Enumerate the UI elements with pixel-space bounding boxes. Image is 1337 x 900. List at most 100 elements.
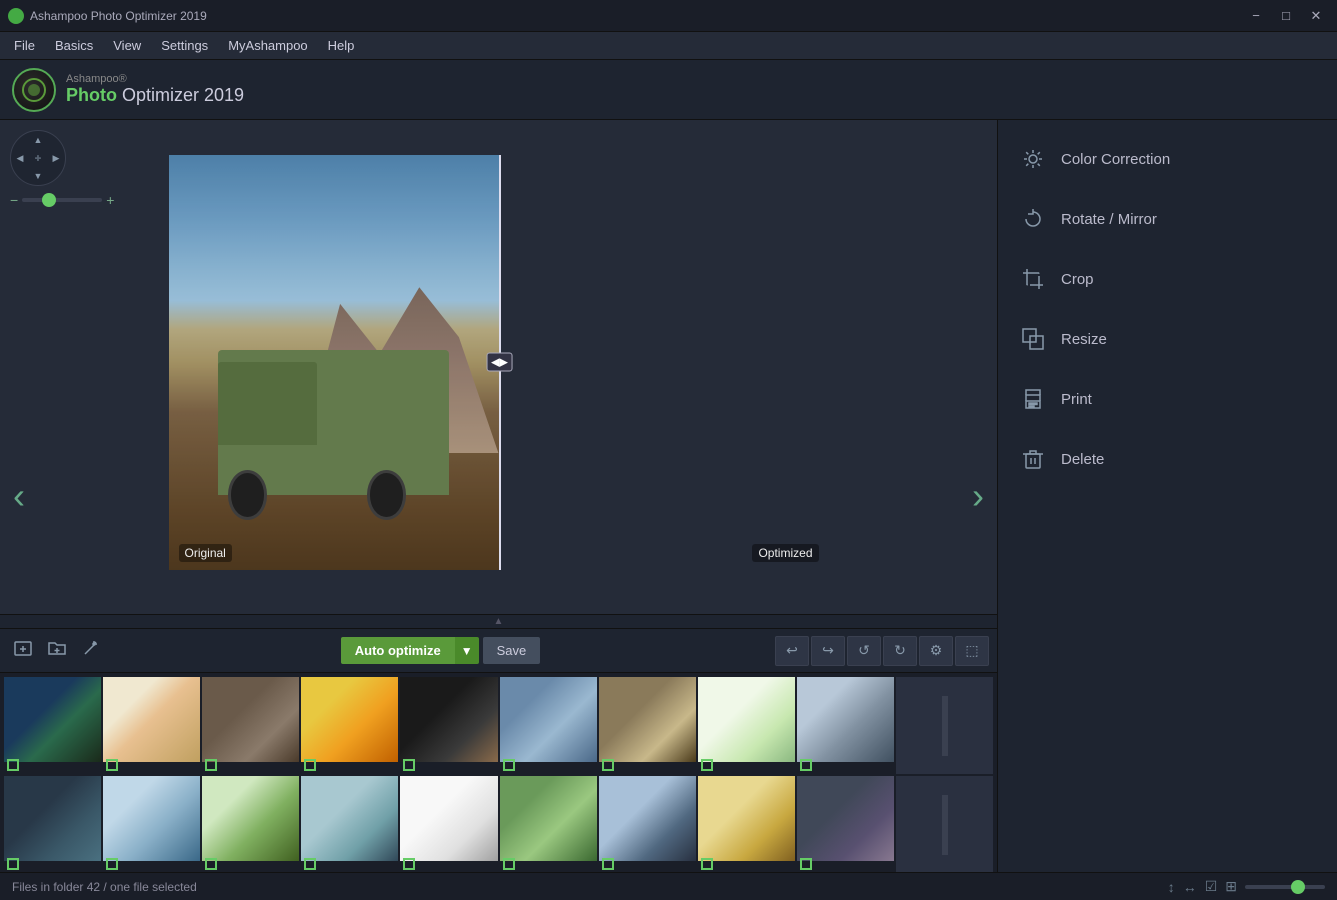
logo-text: Ashampoo® Photo Optimizer 2019 (66, 73, 244, 106)
sidebar-label-delete: Delete (1061, 451, 1104, 468)
main-area: ▲ ◀✛▶ ▼ − + ‹ (0, 120, 1337, 872)
thumb-checkbox-12[interactable] (106, 858, 118, 870)
sidebar-label-resize: Resize (1061, 331, 1107, 348)
thumbnail-7[interactable] (599, 677, 696, 774)
split-arrows[interactable]: ◀▶ (486, 353, 513, 372)
window-controls: − □ ✕ (1243, 6, 1329, 26)
maximize-button[interactable]: □ (1273, 6, 1299, 26)
size-slider[interactable] (1245, 885, 1325, 889)
next-image-button[interactable]: › (964, 475, 992, 517)
sidebar-item-color-correction[interactable]: Color Correction (998, 130, 1337, 188)
columns-icon[interactable]: ⊞ (1225, 878, 1237, 895)
thumb-checkbox-13[interactable] (205, 858, 217, 870)
thumbnail-19[interactable] (797, 776, 894, 872)
sort-up-icon: ↕ (1168, 879, 1175, 895)
auto-optimize-dropdown[interactable]: ▼ (455, 637, 479, 664)
thumb-checkbox-6[interactable] (503, 759, 515, 771)
wand-button[interactable] (76, 635, 106, 666)
rotate-cw-button[interactable]: ↻ (883, 636, 917, 666)
thumbnail-1[interactable] (4, 677, 101, 774)
menu-help[interactable]: Help (318, 32, 365, 59)
thumb-checkbox-17[interactable] (602, 858, 614, 870)
minimize-button[interactable]: − (1243, 6, 1269, 26)
add-image-button[interactable] (8, 635, 38, 666)
thumb-checkbox-2[interactable] (106, 759, 118, 771)
sidebar-label-print: Print (1061, 391, 1092, 408)
viewer-panel: ▲ ◀✛▶ ▼ − + ‹ (0, 120, 997, 872)
resize-icon (1019, 325, 1047, 353)
original-image: Original (169, 155, 499, 570)
menu-file[interactable]: File (4, 32, 45, 59)
title-bar: Ashampoo Photo Optimizer 2019 − □ ✕ (0, 0, 1337, 32)
thumbnail-17[interactable] (599, 776, 696, 872)
thumb-checkbox-7[interactable] (602, 759, 614, 771)
sidebar-item-crop[interactable]: Crop (998, 250, 1337, 308)
add-folder-button[interactable] (42, 635, 72, 666)
thumb-checkbox-16[interactable] (503, 858, 515, 870)
status-bar: Files in folder 42 / one file selected ↕… (0, 872, 1337, 900)
zoom-out-button[interactable]: − (10, 192, 18, 208)
check-all-icon[interactable]: ☑ (1205, 878, 1218, 895)
thumbnail-5[interactable] (400, 677, 497, 774)
thumbnail-9[interactable] (797, 677, 894, 774)
menu-settings[interactable]: Settings (151, 32, 218, 59)
thumb-checkbox-19[interactable] (800, 858, 812, 870)
rotate-ccw-button[interactable]: ↺ (847, 636, 881, 666)
auto-optimize-button[interactable]: Auto optimize (341, 637, 455, 664)
original-photo (169, 155, 499, 570)
thumbnail-4[interactable] (301, 677, 398, 774)
thumbnail-20[interactable] (896, 776, 993, 872)
thumbnail-16[interactable] (500, 776, 597, 872)
select-button[interactable]: ⬚ (955, 636, 989, 666)
undo-button[interactable]: ↩ (775, 636, 809, 666)
zoom-in-button[interactable]: + (106, 192, 114, 208)
prev-image-button[interactable]: ‹ (5, 475, 33, 517)
sidebar-item-delete[interactable]: Delete (998, 430, 1337, 488)
thumbnail-15[interactable] (400, 776, 497, 872)
thumbnail-8[interactable] (698, 677, 795, 774)
menu-basics[interactable]: Basics (45, 32, 103, 59)
thumbnail-18[interactable] (698, 776, 795, 872)
thumb-checkbox-18[interactable] (701, 858, 713, 870)
panel-toggle[interactable] (0, 614, 997, 628)
menu-myashampoo[interactable]: MyAshampoo (218, 32, 317, 59)
thumb-checkbox-5[interactable] (403, 759, 415, 771)
settings-button[interactable]: ⚙ (919, 636, 953, 666)
thumb-checkbox-4[interactable] (304, 759, 316, 771)
zoom-slider[interactable] (22, 198, 102, 202)
thumb-checkbox-11[interactable] (7, 858, 19, 870)
sidebar-item-rotate-mirror[interactable]: Rotate / Mirror (998, 190, 1337, 248)
thumbnail-area (0, 672, 997, 872)
undo-step-button[interactable]: ↪ (811, 636, 845, 666)
thumbnail-6[interactable] (500, 677, 597, 774)
thumbnail-13[interactable] (202, 776, 299, 872)
thumb-checkbox-1[interactable] (7, 759, 19, 771)
split-divider[interactable]: ◀▶ (499, 155, 501, 570)
thumb-checkbox-3[interactable] (205, 759, 217, 771)
sidebar-item-print[interactable]: Print (998, 370, 1337, 428)
close-button[interactable]: ✕ (1303, 6, 1329, 26)
thumb-checkbox-9[interactable] (800, 759, 812, 771)
sidebar-label-crop: Crop (1061, 271, 1094, 288)
right-toolbar-buttons: ↩ ↪ ↺ ↻ ⚙ ⬚ (775, 636, 989, 666)
trash-icon (1019, 445, 1047, 473)
thumb-checkbox-14[interactable] (304, 858, 316, 870)
save-button[interactable]: Save (483, 637, 541, 664)
files-info: Files in folder 42 / one file selected (12, 880, 197, 894)
zoom-bar: − + (10, 192, 114, 208)
thumbnail-14[interactable] (301, 776, 398, 872)
thumb-checkbox-15[interactable] (403, 858, 415, 870)
menu-view[interactable]: View (103, 32, 151, 59)
thumbnail-10[interactable] (896, 677, 993, 774)
thumbnail-2[interactable] (103, 677, 200, 774)
thumbnail-11[interactable] (4, 776, 101, 872)
thumbnail-12[interactable] (103, 776, 200, 872)
menu-bar: File Basics View Settings MyAshampoo Hel… (0, 32, 1337, 60)
rotate-icon (1019, 205, 1047, 233)
thumb-checkbox-8[interactable] (701, 759, 713, 771)
ashampoo-logo-svg (20, 76, 48, 104)
pan-control[interactable]: ▲ ◀✛▶ ▼ (10, 130, 66, 186)
sidebar-item-resize[interactable]: Resize (998, 310, 1337, 368)
thumbnail-3[interactable] (202, 677, 299, 774)
logo-brand: Ashampoo® (66, 73, 244, 85)
